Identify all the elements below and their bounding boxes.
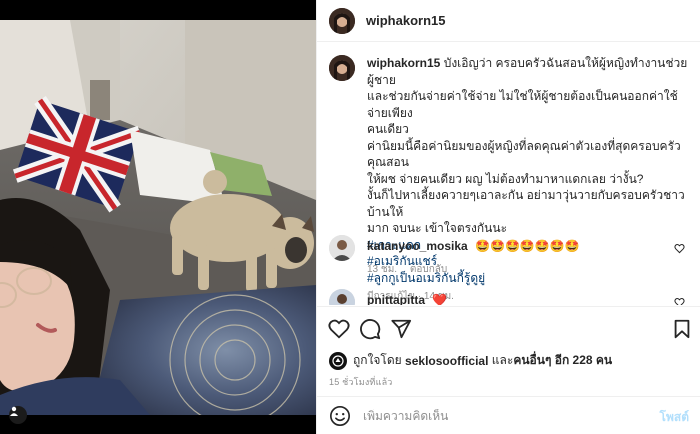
bookmark-icon[interactable] [670,317,694,341]
person-icon[interactable] [9,406,27,424]
post-header: wiphakorn15 [317,0,700,42]
likes-summary: ถูกใจโดย seklosoofficial และ คนอื่นๆ อีก… [329,351,612,370]
comment-like-icon[interactable] [674,297,685,305]
comment-input[interactable] [363,408,643,423]
comment-text: 🤩🤩🤩🤩🤩🤩🤩 [475,239,580,253]
photo-illustration [0,0,316,434]
add-comment-bar: โพสต์ [317,396,700,434]
comment-username[interactable]: pnittapitta [367,293,425,305]
caption-line-2: และช่วยกันจ่ายค่าใช้จ่าย ไม่ใช่ให้ผู้ชาย… [367,89,678,120]
comment-body: katanyoo_mosika 🤩🤩🤩🤩🤩🤩🤩 13 ชม. ตอบกลับ [367,239,667,277]
caption-line-3: คนเดียว [367,122,409,136]
comment-text: ❤️ [432,293,448,305]
smiley-icon[interactable] [329,405,351,427]
comment-username[interactable]: katanyoo_mosika [367,239,468,253]
caption-line-6: งั้นก็ไปหาเลี้ยงควายๆเอาละกัน อย่ามาวุ่น… [367,188,685,219]
post-comment-button[interactable]: โพสต์ [660,408,689,427]
first-liker[interactable]: seklosoofficial [405,354,488,368]
comment-body: pnittapitta ❤️ [367,293,667,305]
post-photo[interactable] [0,0,316,434]
comment-meta: 13 ชม. ตอบกลับ [367,262,667,277]
comment-avatar[interactable] [329,289,355,305]
comment-like-icon[interactable] [674,243,685,254]
post-details-panel: wiphakorn15 wiphakorn15 บังเอิญว่า ครอบค… [316,0,700,434]
comments-section[interactable]: wiphakorn15 บังเอิญว่า ครอบครัวฉันสอนให้… [317,43,700,305]
reply-button[interactable]: ตอบกลับ [410,264,447,275]
post-timestamp[interactable]: 15 ชั่วโมงที่แล้ว [329,375,393,389]
comment-avatar[interactable] [329,235,355,261]
caption-line-5: ให้ผช จ่ายคนเดียว ผญ ไม่ต้องทำมาหาแดกเลย… [367,171,644,186]
caption-line-4: ค่านิยมนี้คือค่านิยมของผู้หญิงที่ลดคุณค่… [367,138,681,170]
header-username[interactable]: wiphakorn15 [366,13,445,28]
send-icon[interactable] [389,317,413,341]
comment-time[interactable]: 13 ชม. [367,264,397,275]
avatar[interactable] [329,7,355,34]
liker-avatar[interactable] [329,351,347,370]
caption-line-7: มาก จบนะ เข้าใจตรงกันนะ [367,221,508,235]
likes-prefix: ถูกใจโดย [353,353,402,367]
caption-avatar[interactable] [329,55,355,81]
likes-middle: และ [491,353,514,367]
other-likers[interactable]: คนอื่นๆ อีก 228 คน [513,351,612,370]
caption-username[interactable]: wiphakorn15 [367,56,440,70]
heart-icon[interactable] [327,317,351,341]
comment-icon[interactable] [358,317,382,341]
